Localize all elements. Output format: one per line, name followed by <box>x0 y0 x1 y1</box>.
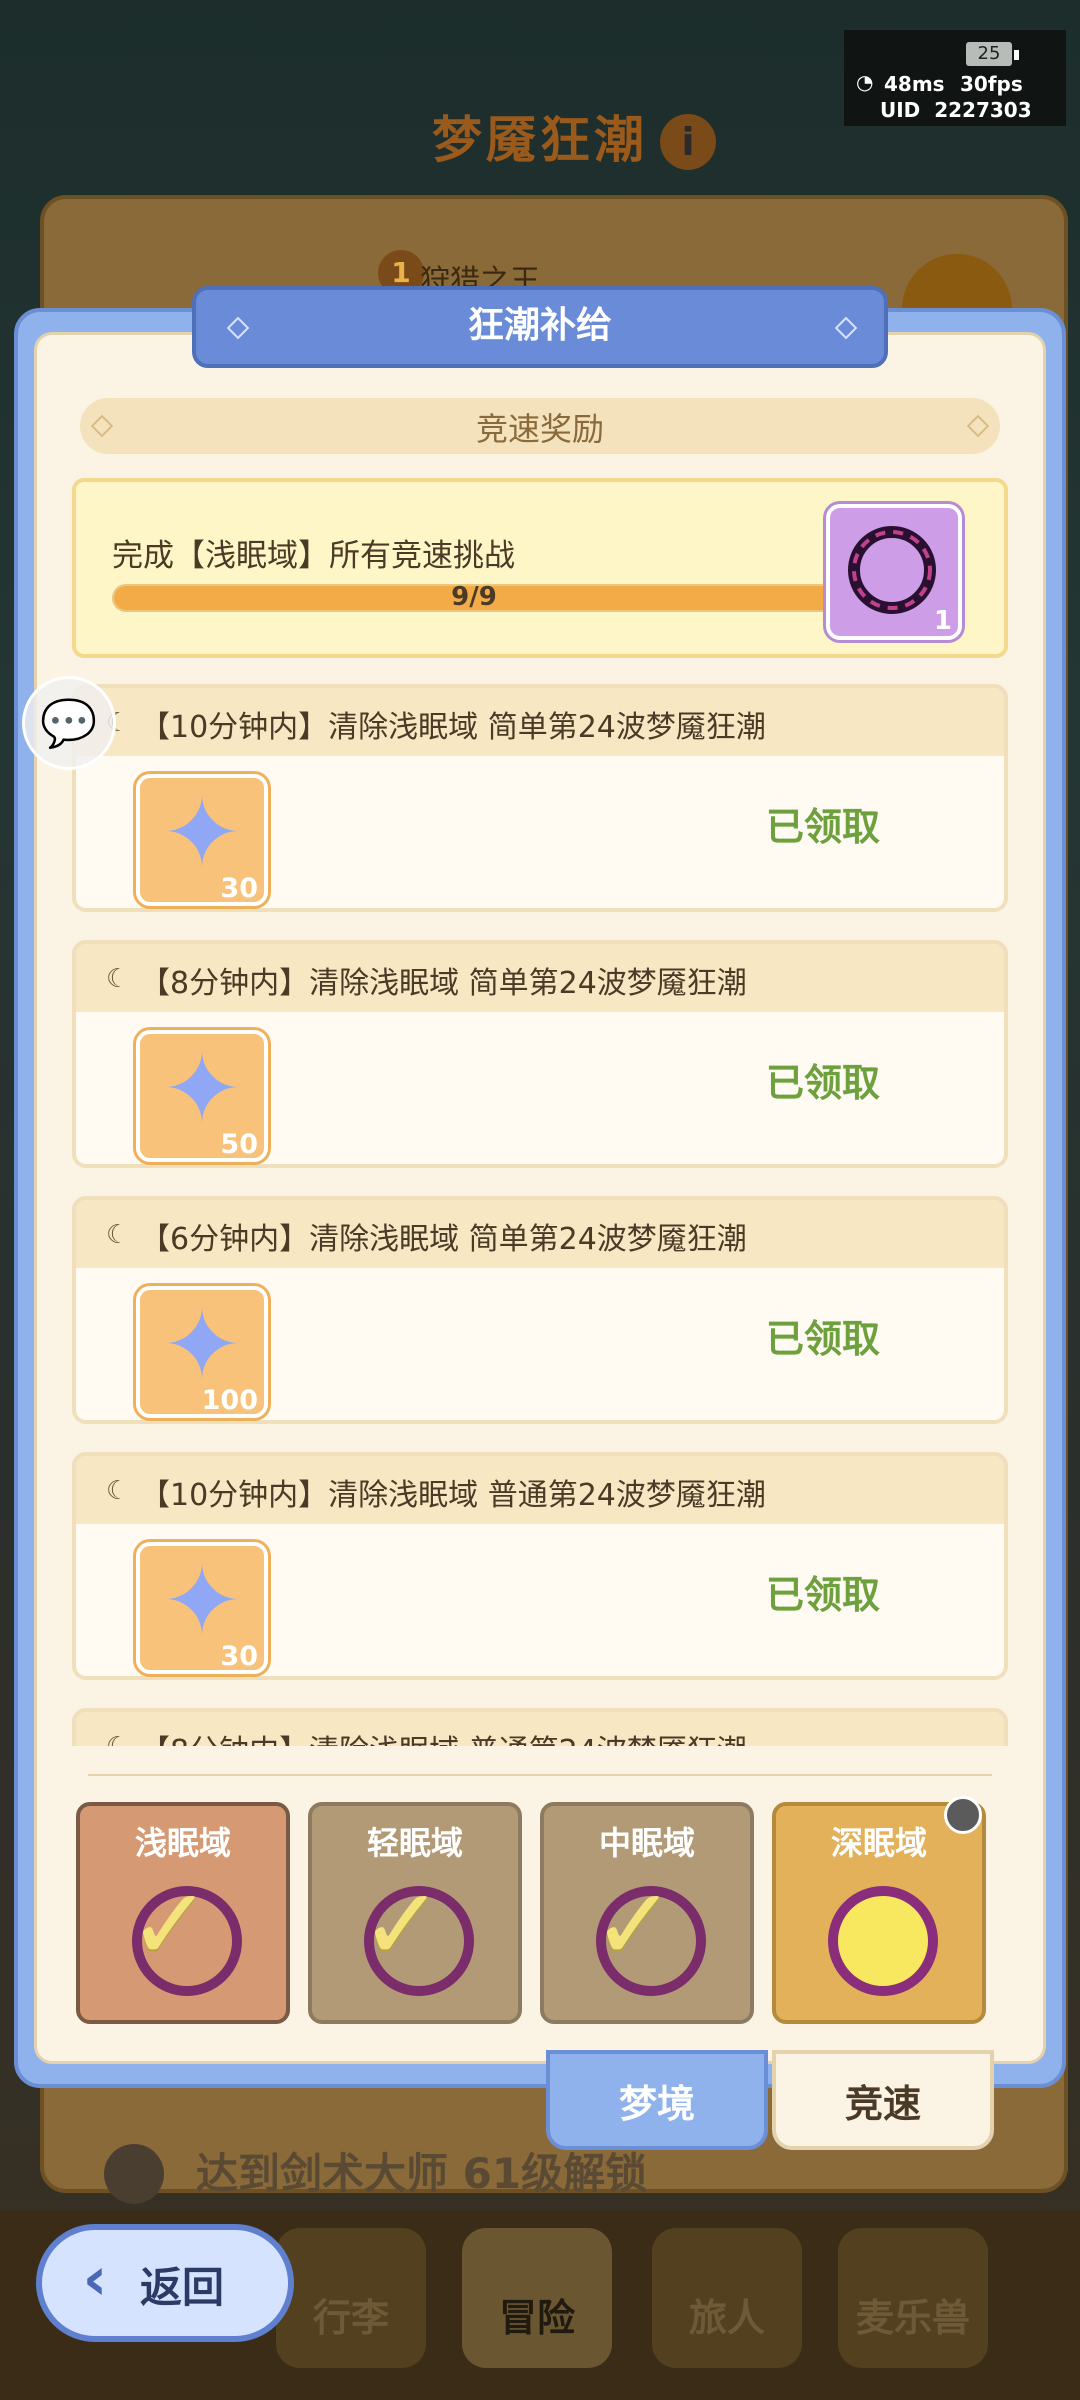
nav-tab-travelers[interactable]: 旅人 <box>652 2228 802 2368</box>
task-row: ☾ 【10分钟内】清除浅眠域 普通第24波梦魇狂潮 ✦ 30 已领取 <box>72 1452 1008 1680</box>
region-label: 浅眠域 <box>134 1824 231 1862</box>
moon-icon: ☾ <box>106 1476 130 1506</box>
region-tab-deep-sleep[interactable]: 深眠域 <box>772 1802 986 2024</box>
glowing-ring-icon <box>828 1886 938 1996</box>
info-icon[interactable]: i <box>660 114 716 170</box>
battery-icon: 25 <box>966 42 1012 66</box>
fps-text: 30fps <box>960 72 1023 96</box>
mode-tab-dream[interactable]: 梦境 <box>546 2050 768 2150</box>
task-text: 【6分钟内】清除浅眠域 简单第24波梦魇狂潮 <box>140 1222 747 1257</box>
race-task-list[interactable]: ☾ 【10分钟内】清除浅眠域 简单第24波梦魇狂潮 ✦ 30 已领取 ☾ 【8分… <box>72 678 1008 1746</box>
region-tab-shallow-sleep[interactable]: 浅眠域 ✓ <box>76 1802 290 2024</box>
task-row: ☾ 【8分钟内】清除浅眠域 简单第24波梦魇狂潮 ✦ 50 已领取 <box>72 940 1008 1168</box>
lock-icon <box>944 1796 982 1834</box>
dream-crystal-icon[interactable]: ✦ 50 <box>136 1030 268 1162</box>
region-tab-light-sleep[interactable]: 轻眠域 ✓ <box>308 1802 522 2024</box>
nav-tab-pets[interactable]: 麦乐兽 <box>838 2228 988 2368</box>
reward-count: 1 <box>933 606 952 636</box>
nav-tab-label: 麦乐兽 <box>855 2296 970 2340</box>
moon-icon: ☾ <box>106 1220 130 1250</box>
check-icon: ✓ <box>592 1866 676 1983</box>
check-icon: ✓ <box>128 1866 212 1983</box>
reward-count: 30 <box>220 873 258 904</box>
ping-text: 48ms <box>884 72 945 96</box>
chat-bubble-icon: 💬 <box>40 696 98 750</box>
modal-title: 狂潮补给 <box>467 305 612 346</box>
crystal-star-icon: ✦ <box>161 1033 243 1145</box>
crystal-star-icon: ✦ <box>161 1545 243 1657</box>
wifi-icon: ◔ <box>856 70 874 94</box>
divider <box>88 1774 992 1776</box>
claimed-status: 已领取 <box>766 805 881 849</box>
crystal-star-icon: ✦ <box>161 777 243 889</box>
dream-crystal-icon[interactable]: ✦ 30 <box>136 774 268 906</box>
task-row: ☾ 【6分钟内】清除浅眠域 简单第24波梦魇狂潮 ✦ 100 已领取 <box>72 1196 1008 1424</box>
uid-text: UID 2227303 <box>880 98 1032 122</box>
task-row: ☾ 【8分钟内】清除浅眠域 普通第24波梦魇狂潮 <box>72 1708 1008 1746</box>
nav-tab-label: 旅人 <box>688 2296 765 2340</box>
back-arrow-icon: ‹ <box>82 2244 108 2314</box>
region-label: 中眠域 <box>598 1824 695 1862</box>
claimed-status: 已领取 <box>766 1573 881 1617</box>
back-label: 返回 <box>140 2263 225 2312</box>
nav-tab-luggage[interactable]: 行李 <box>276 2228 426 2368</box>
dream-crystal-icon[interactable]: ✦ 30 <box>136 1542 268 1674</box>
section-title: 竞速奖励 <box>475 410 604 448</box>
reward-count: 100 <box>201 1385 258 1416</box>
claimed-status: 已领取 <box>766 1317 881 1361</box>
nav-tab-label: 冒险 <box>498 2296 575 2340</box>
task-text: 【10分钟内】清除浅眠域 普通第24波梦魇狂潮 <box>140 1478 766 1513</box>
nav-tab-adventure[interactable]: 冒险 <box>462 2228 612 2368</box>
task-row: ☾ 【10分钟内】清除浅眠域 简单第24波梦魇狂潮 ✦ 30 已领取 <box>72 684 1008 912</box>
lock-icon <box>104 2144 164 2204</box>
region-label: 轻眠域 <box>366 1824 463 1862</box>
task-text: 【8分钟内】清除浅眠域 普通第24波梦魇狂潮 <box>140 1726 747 1746</box>
moon-icon: ☾ <box>106 1732 129 1746</box>
task-text: 【8分钟内】清除浅眠域 简单第24波梦魇狂潮 <box>140 966 747 1001</box>
reward-count: 30 <box>220 1641 258 1672</box>
nightmare-ring-icon[interactable]: 1 <box>826 504 962 640</box>
dream-crystal-icon[interactable]: ✦ 100 <box>136 1286 268 1418</box>
crystal-star-icon: ✦ <box>161 1289 243 1401</box>
moon-icon: ☾ <box>106 964 130 994</box>
check-icon: ✓ <box>360 1866 444 1983</box>
region-tab-middle-sleep[interactable]: 中眠域 ✓ <box>540 1802 754 2024</box>
progress-label: 9/9 <box>451 582 497 612</box>
task-text: 【10分钟内】清除浅眠域 简单第24波梦魇狂潮 <box>140 710 766 745</box>
nav-tab-label: 行李 <box>312 2296 389 2340</box>
reward-count: 50 <box>220 1129 258 1160</box>
completion-reward-text: 完成【浅眠域】所有竞速挑战 <box>112 538 515 574</box>
mode-tab-race[interactable]: 竞速 <box>772 2050 994 2150</box>
battery-tip <box>1014 50 1019 60</box>
claimed-status: 已领取 <box>766 1061 881 1105</box>
